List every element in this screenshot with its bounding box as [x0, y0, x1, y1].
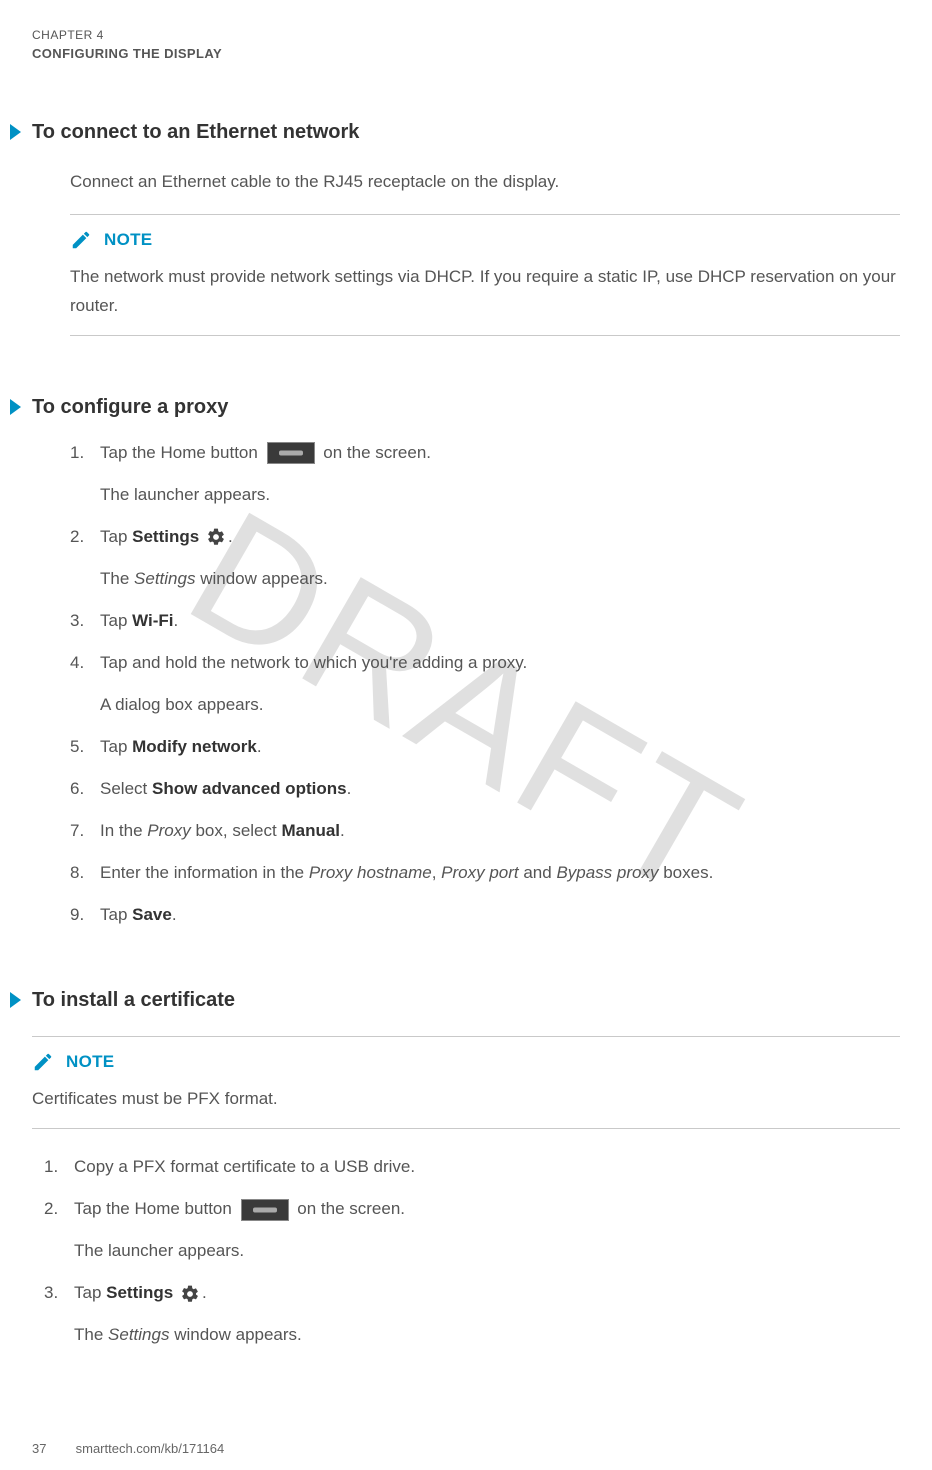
arrow-icon [10, 992, 21, 1008]
list-item: Tap Modify network. [70, 733, 900, 761]
heading-ethernet: To connect to an Ethernet network [32, 121, 900, 144]
pencil-icon [70, 229, 92, 251]
list-item: Tap Save. [70, 901, 900, 929]
note-box-ethernet: NOTE The network must provide network se… [70, 214, 900, 336]
list-item: Tap Settings . The Settings window appea… [70, 523, 900, 593]
cert-steps: Copy a PFX format certificate to a USB d… [44, 1153, 900, 1349]
list-item: Tap and hold the network to which you're… [70, 649, 900, 719]
note-text-cert: Certificates must be PFX format. [32, 1085, 900, 1114]
list-item: Enter the information in the Proxy hostn… [70, 859, 900, 887]
pencil-icon [32, 1051, 54, 1073]
heading-proxy: To configure a proxy [32, 396, 900, 419]
footer: 37 smarttech.com/kb/171164 [32, 1441, 224, 1456]
chapter-label: CHAPTER 4 [32, 28, 900, 42]
list-item: Copy a PFX format certificate to a USB d… [44, 1153, 900, 1181]
arrow-icon [10, 124, 21, 140]
section-proxy: To configure a proxy Tap the Home button… [32, 396, 900, 930]
section-certificate: To install a certificate NOTE Certificat… [32, 989, 900, 1349]
note-label: NOTE [66, 1052, 114, 1072]
arrow-icon [10, 399, 21, 415]
page-number: 37 [32, 1441, 72, 1456]
chapter-title: CONFIGURING THE DISPLAY [32, 46, 900, 61]
list-item: Tap the Home button on the screen. The l… [44, 1195, 900, 1265]
note-box-cert: NOTE Certificates must be PFX format. [32, 1036, 900, 1129]
list-item: Tap Settings . The Settings window appea… [44, 1279, 900, 1349]
note-label: NOTE [104, 230, 152, 250]
home-button-icon [267, 442, 315, 464]
heading-certificate: To install a certificate [32, 989, 900, 1012]
note-text-ethernet: The network must provide network setting… [70, 263, 900, 321]
gear-icon [180, 1284, 200, 1304]
home-button-icon [241, 1199, 289, 1221]
ethernet-body: Connect an Ethernet cable to the RJ45 re… [70, 168, 900, 196]
gear-icon [206, 527, 226, 547]
list-item: Tap Wi-Fi. [70, 607, 900, 635]
section-ethernet: To connect to an Ethernet network Connec… [32, 121, 900, 336]
footer-url: smarttech.com/kb/171164 [76, 1441, 225, 1456]
list-item: Tap the Home button on the screen. The l… [70, 439, 900, 509]
proxy-steps: Tap the Home button on the screen. The l… [70, 439, 900, 930]
list-item: In the Proxy box, select Manual. [70, 817, 900, 845]
list-item: Select Show advanced options. [70, 775, 900, 803]
